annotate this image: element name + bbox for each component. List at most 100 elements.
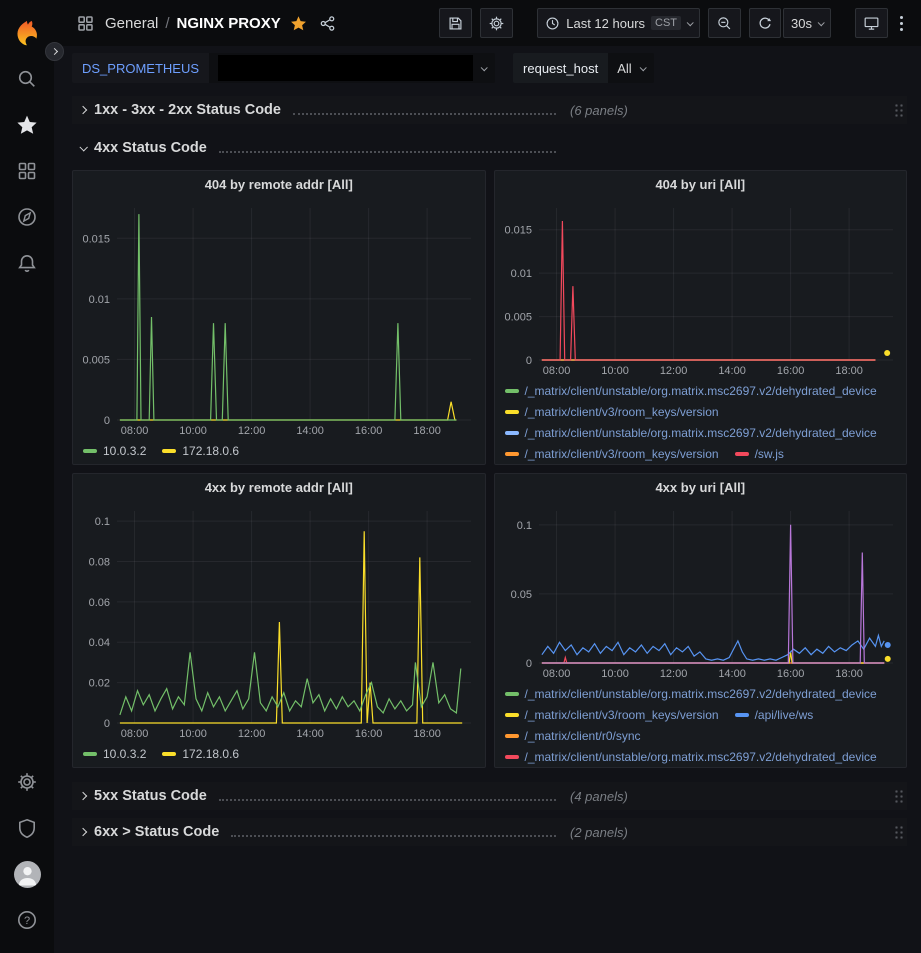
breadcrumb-section[interactable]: General <box>105 15 158 32</box>
request-host-variable-picker: request_host All <box>513 53 654 83</box>
save-dashboard-button[interactable] <box>439 8 472 38</box>
refresh-interval-dropdown[interactable]: 30s <box>783 8 831 38</box>
svg-text:0.015: 0.015 <box>504 225 532 237</box>
time-series-chart[interactable]: 08:0010:0012:0014:0016:0018:0000.050.1 <box>495 501 907 681</box>
datasource-variable-select[interactable] <box>209 53 495 83</box>
svg-text:18:00: 18:00 <box>835 365 863 377</box>
favorite-star-button[interactable] <box>290 15 307 32</box>
row-title[interactable]: 6xx > Status Code <box>94 824 219 840</box>
legend-item[interactable]: /_matrix/client/unstable/org.matrix.msc2… <box>505 687 877 701</box>
legend-item[interactable]: /_matrix/client/v3/room_keys/version <box>505 447 719 461</box>
time-series-chart[interactable]: 08:0010:0012:0014:0016:0018:0000.0050.01… <box>73 198 485 438</box>
sidebar-item-starred[interactable] <box>0 102 54 148</box>
sidebar-item-explore[interactable] <box>0 194 54 240</box>
row-drag-handle[interactable] <box>894 825 905 840</box>
more-options-button[interactable] <box>896 16 907 31</box>
row-drag-handle[interactable] <box>894 103 905 118</box>
kiosk-mode-button[interactable] <box>855 8 888 38</box>
dashboard-settings-button[interactable] <box>480 8 513 38</box>
svg-text:0.05: 0.05 <box>510 589 531 601</box>
row-title[interactable]: 4xx Status Code <box>94 140 207 156</box>
panel-title[interactable]: 4xx by uri [All] <box>495 474 907 501</box>
row-title-group: 4xx Status Code <box>72 140 564 156</box>
time-series-chart[interactable]: 08:0010:0012:0014:0016:0018:0000.0050.01… <box>495 198 907 378</box>
row-drag-handle[interactable] <box>894 789 905 804</box>
chevron-right-icon <box>79 792 87 800</box>
share-dashboard-button[interactable] <box>319 15 336 32</box>
datasource-variable-label[interactable]: DS_PROMETHEUS <box>72 53 209 83</box>
legend-item[interactable]: 172.18.0.6 <box>162 747 239 761</box>
legend-item[interactable]: /_matrix/client/r0/sync <box>505 729 641 743</box>
clock-icon <box>545 16 560 31</box>
svg-text:0.04: 0.04 <box>89 637 110 649</box>
legend-label: /_matrix/client/v3/room_keys/version <box>525 708 719 722</box>
bell-icon <box>16 252 38 274</box>
gear-icon <box>16 771 38 793</box>
row-1xx-3xx-2xx[interactable]: 1xx - 3xx - 2xx Status Code (6 panels) <box>72 96 907 124</box>
sidebar-item-configuration[interactable] <box>0 759 54 805</box>
panel-title[interactable]: 4xx by remote addr [All] <box>73 474 485 501</box>
svg-text:0: 0 <box>525 658 531 670</box>
compass-icon <box>16 206 38 228</box>
row-title-group: 1xx - 3xx - 2xx Status Code <box>72 102 564 118</box>
row-title[interactable]: 1xx - 3xx - 2xx Status Code <box>94 102 281 118</box>
datasource-variable-picker: DS_PROMETHEUS <box>72 53 495 83</box>
zoom-out-time-button[interactable] <box>708 8 741 38</box>
request-host-variable-select[interactable]: All <box>608 53 653 83</box>
top-navbar: General / NGINX PROXY <box>54 0 921 46</box>
legend-row: /_matrix/client/unstable/org.matrix.msc2… <box>505 683 899 704</box>
svg-text:0.015: 0.015 <box>82 233 110 245</box>
legend-item[interactable]: 172.18.0.6 <box>162 444 239 458</box>
legend-item[interactable]: /_matrix/client/unstable/org.matrix.msc2… <box>505 426 877 440</box>
sidebar-item-help[interactable]: ? <box>0 897 54 943</box>
sidebar-item-profile[interactable] <box>0 851 54 897</box>
row-6xx[interactable]: 6xx > Status Code (2 panels) <box>72 818 907 846</box>
chevron-right-icon <box>79 828 87 836</box>
sidebar-expand-button[interactable] <box>45 42 64 61</box>
shield-icon <box>16 817 38 839</box>
refresh-icon <box>757 15 773 31</box>
time-range-picker[interactable]: Last 12 hours CST <box>537 8 700 38</box>
legend-item[interactable]: 10.0.3.2 <box>83 444 146 458</box>
legend-item[interactable]: /_matrix/client/unstable/org.matrix.msc2… <box>505 384 877 398</box>
svg-text:?: ? <box>24 915 30 927</box>
chevron-down-icon <box>79 143 87 151</box>
series-color-swatch <box>505 755 519 759</box>
legend-row: /_matrix/client/v3/room_keys/version/api… <box>505 704 899 725</box>
legend-item[interactable]: /api/live/ws <box>735 708 814 722</box>
row-4xx[interactable]: 4xx Status Code <box>72 134 907 162</box>
legend-row: 10.0.3.2 172.18.0.6 <box>83 743 477 764</box>
row-dotted-filler <box>219 151 556 153</box>
time-series-chart[interactable]: 08:0010:0012:0014:0016:0018:0000.020.040… <box>73 501 485 741</box>
svg-text:0.005: 0.005 <box>504 312 532 324</box>
panel-title[interactable]: 404 by remote addr [All] <box>73 171 485 198</box>
request-host-variable-label[interactable]: request_host <box>513 53 608 83</box>
svg-text:18:00: 18:00 <box>413 728 441 740</box>
svg-text:14:00: 14:00 <box>296 728 324 740</box>
svg-text:12:00: 12:00 <box>238 728 266 740</box>
series-color-swatch <box>505 692 519 696</box>
row-panel-count: (6 panels) <box>570 103 628 118</box>
sidebar-item-search[interactable] <box>0 56 54 102</box>
svg-text:0.08: 0.08 <box>89 556 110 568</box>
svg-text:0.02: 0.02 <box>89 678 110 690</box>
legend-item[interactable]: /_matrix/client/v3/room_keys/version <box>505 405 719 419</box>
row-title-group: 6xx > Status Code <box>72 824 564 840</box>
avatar <box>14 861 41 888</box>
sidebar-item-dashboards[interactable] <box>0 148 54 194</box>
svg-text:0.1: 0.1 <box>95 516 110 528</box>
row-title[interactable]: 5xx Status Code <box>94 788 207 804</box>
svg-text:0.01: 0.01 <box>510 268 531 280</box>
series-color-swatch <box>735 713 749 717</box>
breadcrumb-page-title[interactable]: NGINX PROXY <box>177 15 281 32</box>
refresh-button[interactable] <box>749 8 781 38</box>
legend-item[interactable]: /_matrix/client/v3/room_keys/version <box>505 708 719 722</box>
panel-title[interactable]: 404 by uri [All] <box>495 171 907 198</box>
series-color-swatch <box>735 452 749 456</box>
legend-item[interactable]: /_matrix/client/unstable/org.matrix.msc2… <box>505 750 877 764</box>
sidebar-item-alerting[interactable] <box>0 240 54 286</box>
sidebar-item-server-admin[interactable] <box>0 805 54 851</box>
legend-item[interactable]: 10.0.3.2 <box>83 747 146 761</box>
legend-item[interactable]: /sw.js <box>735 447 784 461</box>
row-5xx[interactable]: 5xx Status Code (4 panels) <box>72 782 907 810</box>
